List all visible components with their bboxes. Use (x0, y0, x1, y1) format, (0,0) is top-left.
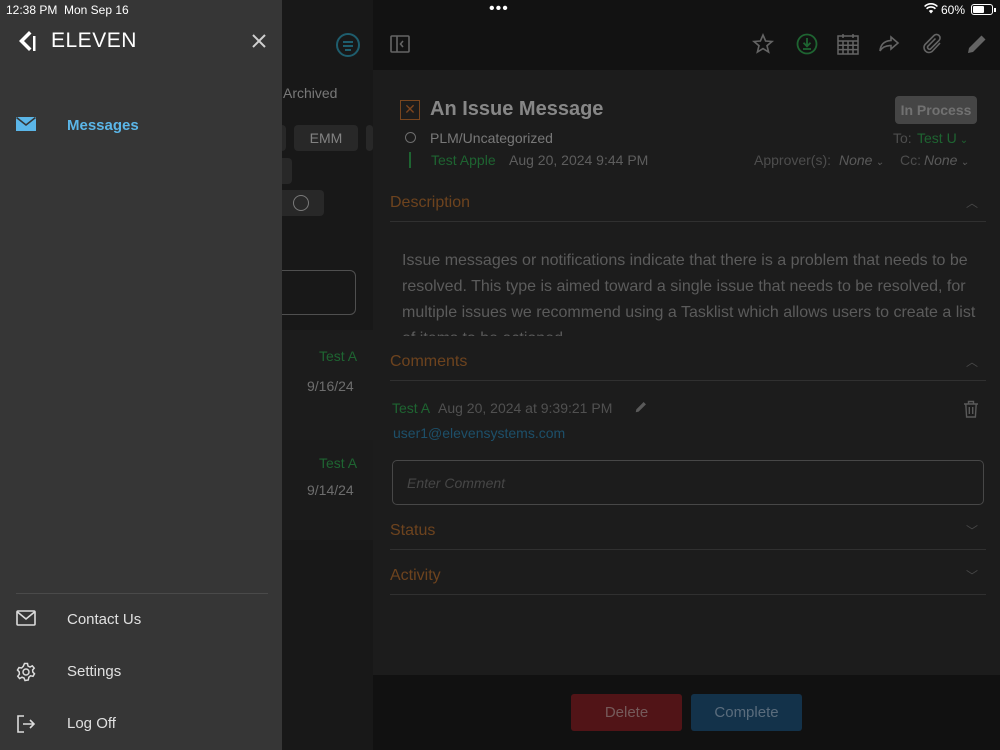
battery-icon (971, 4, 996, 15)
battery-percent: 60% (941, 3, 966, 17)
status-time: 12:38 PM (6, 3, 58, 17)
sidebar-item-log-off[interactable]: Log Off (0, 708, 282, 740)
status-bar: 12:38 PM Mon Sep 16 ••• 60% (0, 0, 1000, 20)
sidebar-item-settings[interactable]: Settings (0, 656, 282, 688)
sidebar-item-label: Contact Us (67, 611, 142, 628)
sidebar-item-label: Messages (67, 117, 139, 134)
side-menu: ELEVEN Messages Contact Us Settings Log … (0, 0, 282, 750)
sidebar-item-messages[interactable]: Messages (0, 110, 282, 142)
envelope-icon (16, 116, 36, 136)
logout-icon (16, 714, 36, 734)
status-date: Mon Sep 16 (64, 3, 129, 17)
gear-icon (16, 662, 36, 682)
sidebar-item-label: Settings (67, 663, 122, 680)
multitask-dots-icon[interactable]: ••• (489, 0, 509, 18)
sidebar-item-label: Log Off (67, 715, 116, 732)
menu-divider (16, 593, 268, 594)
brand-name: ELEVEN (51, 29, 137, 52)
wifi-icon (924, 3, 938, 17)
close-icon[interactable] (249, 31, 269, 51)
sidebar-item-contact-us[interactable]: Contact Us (0, 604, 282, 636)
eleven-logo-icon (18, 29, 42, 53)
mail-icon (16, 610, 36, 630)
